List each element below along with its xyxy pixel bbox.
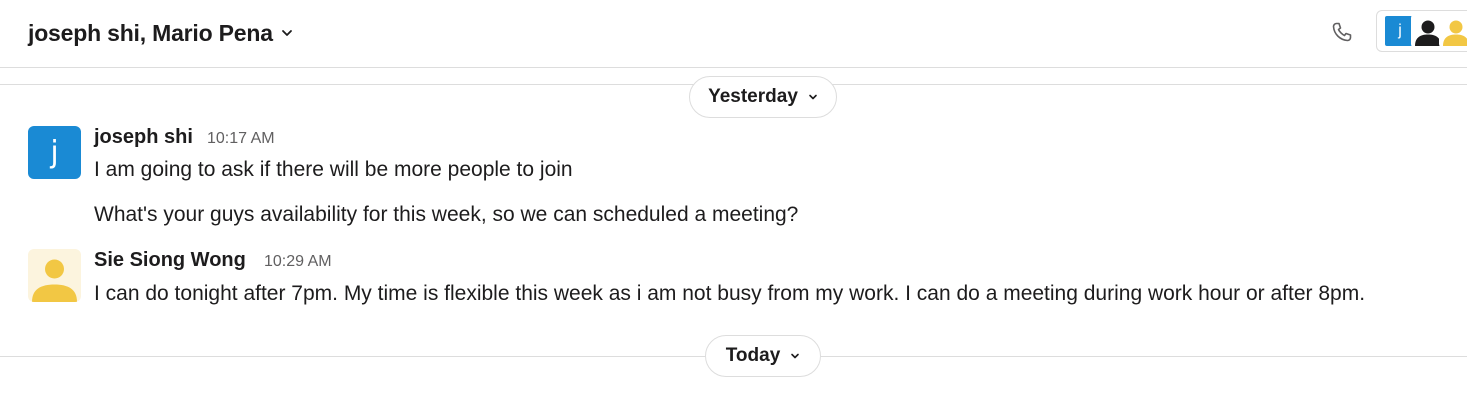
message-timestamp[interactable]: 10:17 AM [207,130,275,148]
phone-icon[interactable] [1327,17,1357,47]
person-yellow-icon [32,259,77,302]
person-yellow-icon [1439,14,1467,48]
chevron-down-icon [790,351,800,361]
date-divider-label: Today [725,345,781,366]
channel-header: joseph shi, Mario Pena j [0,0,1467,68]
message-sender[interactable]: joseph shi [94,126,193,149]
date-divider-today[interactable]: Today [705,335,821,377]
avatar[interactable] [28,249,81,302]
message-sender[interactable]: Sie Siong Wong [94,249,246,272]
member-list-button[interactable]: j [1376,10,1467,52]
date-divider-label: Yesterday [708,86,798,107]
member-avatar-initial: j [1398,22,1402,39]
message-timestamp[interactable]: 10:29 AM [264,253,332,271]
chevron-down-icon [281,27,293,39]
channel-title: joseph shi, Mario Pena [28,19,273,46]
message-text: I can do tonight after 7pm. My time is f… [94,282,1366,305]
channel-title-button[interactable]: joseph shi, Mario Pena [28,16,293,50]
avatar[interactable]: j [28,126,81,179]
message-text: I am going to ask if there will be more … [94,158,573,181]
message-text: What's your guys availability for this w… [94,203,799,226]
avatar-initial: j [50,135,59,170]
chevron-down-icon [808,92,818,102]
date-divider-yesterday[interactable]: Yesterday [689,76,837,118]
